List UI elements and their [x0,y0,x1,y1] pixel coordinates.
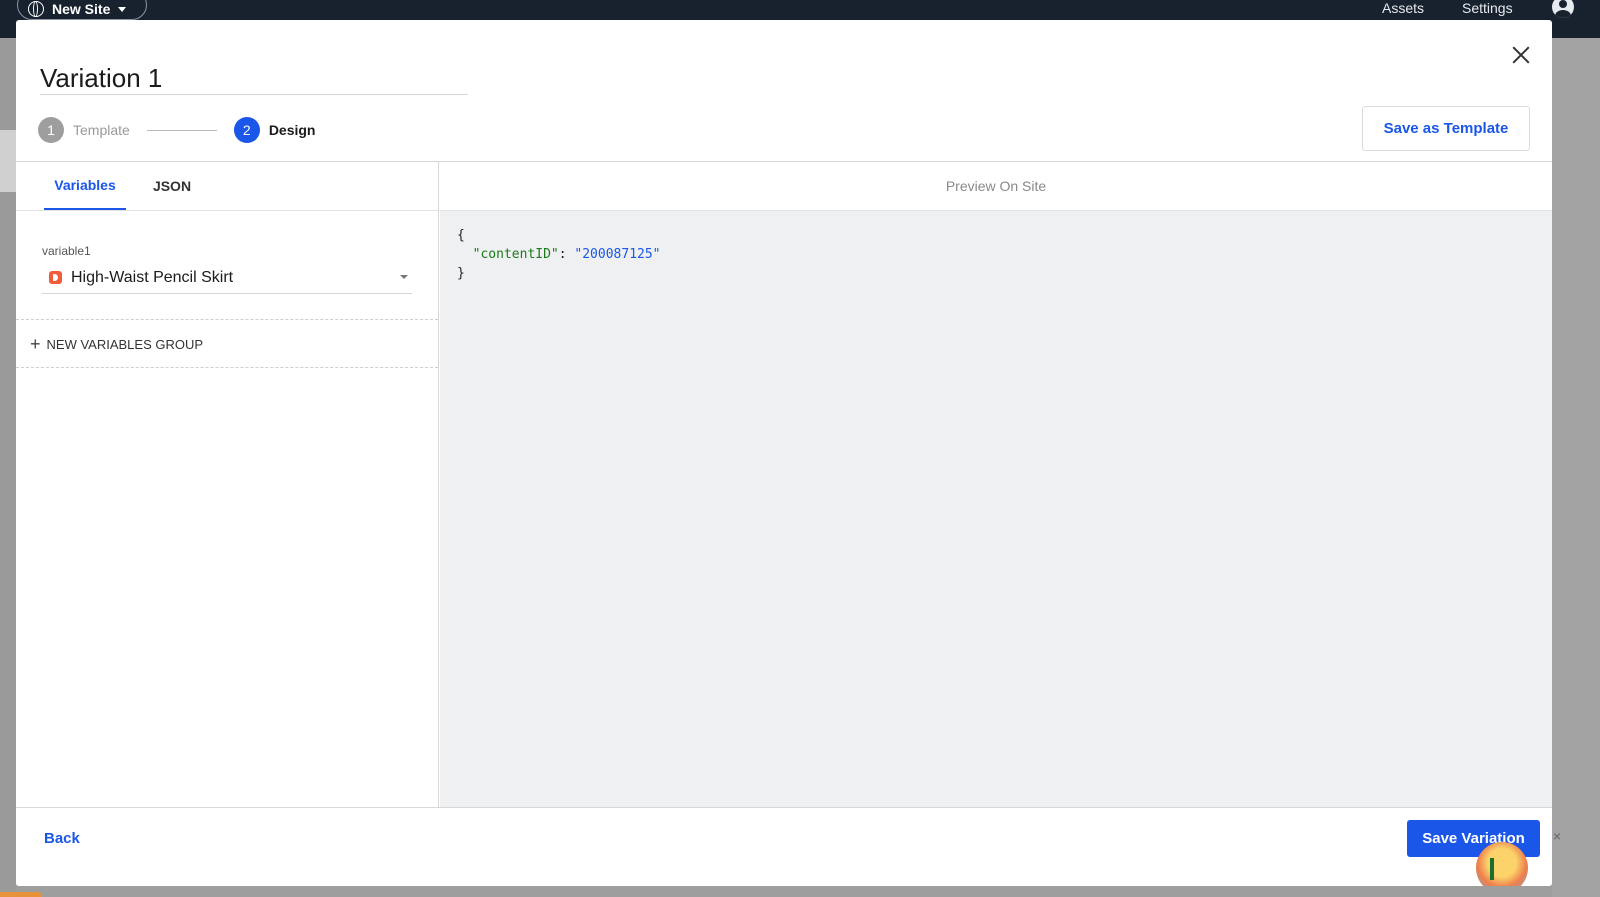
modal-footer: Back Save Variation [16,807,1552,886]
backdrop-close-icon: × [1553,828,1562,844]
variation-title-input[interactable]: Variation 1 [40,40,468,95]
json-preview[interactable]: { "contentID": "200087125" } [457,226,661,283]
new-variables-group-label: NEW VARIABLES GROUP [46,336,204,352]
variables-panel: Variables JSON variable1 High-Waist Penc… [16,162,439,807]
new-variables-group-button[interactable]: + NEW VARIABLES GROUP [30,334,203,354]
tab-json[interactable]: JSON [144,162,200,210]
chevron-down-icon[interactable] [400,275,408,279]
variable-label: variable1 [42,244,91,258]
step-1-label[interactable]: Template [73,122,130,138]
user-avatar-icon[interactable] [1552,0,1574,18]
step-connector [146,129,217,131]
dashed-divider [16,367,438,368]
stepper: 1 Template 2 Design [38,117,316,143]
dashed-divider [16,319,438,320]
variable-select[interactable]: High-Waist Pencil Skirt [42,262,412,294]
step-1-number[interactable]: 1 [38,117,64,143]
site-selector-label: New Site [52,1,111,17]
step-2-number[interactable]: 2 [233,117,260,143]
nav-assets[interactable]: Assets [1382,0,1424,16]
plus-icon: + [30,334,41,354]
backdrop-left-panel [0,130,16,192]
product-icon [49,271,62,284]
nav-settings[interactable]: Settings [1462,0,1513,16]
palm-tree-icon[interactable] [1476,842,1528,886]
site-selector[interactable]: New Site [17,0,147,20]
preview-panel: Preview On Site { "contentID": "20008712… [440,162,1552,807]
json-open-brace: { [457,228,465,243]
step-2-label[interactable]: Design [269,122,316,138]
back-button[interactable]: Back [44,830,80,847]
backdrop-orange-tab [0,892,42,897]
json-close-brace: } [457,266,465,281]
save-as-template-button[interactable]: Save as Template [1362,106,1530,151]
variation-modal: Variation 1 1 Template 2 Design Save as … [16,20,1552,886]
close-icon[interactable] [1508,42,1534,68]
globe-icon [28,1,44,17]
preview-on-site-button[interactable]: Preview On Site [440,162,1552,211]
tab-variables[interactable]: Variables [44,162,126,210]
backdrop-right [1552,38,1600,897]
chevron-down-icon [118,6,127,12]
json-key: "contentID" [472,247,559,262]
json-value: "200087125" [574,247,661,262]
variable-value: High-Waist Pencil Skirt [71,268,234,286]
panel-tabs: Variables JSON [16,162,438,211]
json-colon: : [558,247,575,262]
